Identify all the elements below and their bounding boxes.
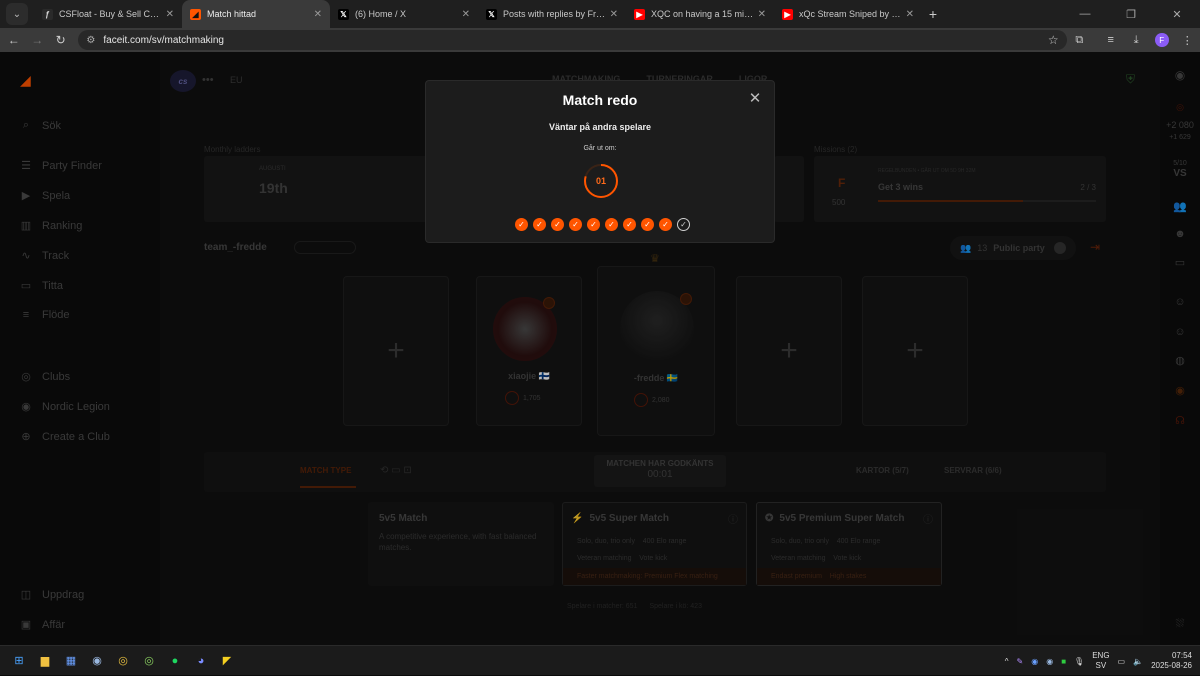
app-icon[interactable]: ◤	[216, 650, 238, 672]
modal-subtitle: Väntar på andra spelare	[548, 122, 652, 132]
discord-icon[interactable]: ◕	[190, 650, 212, 672]
tab-close-icon[interactable]: ✕	[610, 9, 618, 20]
tab-close-icon[interactable]: ✕	[462, 9, 470, 20]
bookmark-star-icon[interactable]: ☆	[1048, 33, 1059, 47]
tab-title: Match hittad	[207, 9, 257, 19]
browser-tab[interactable]: ◢ Match hittad ✕	[182, 0, 330, 28]
player-accepted-icon: ✓	[533, 218, 546, 231]
address-bar-row: ← → ↻ ⚙ faceit.com/sv/matchmaking ☆ ⧉ ≡ …	[0, 28, 1200, 52]
browser-tab[interactable]: 𝕏 (6) Home / X ✕	[330, 0, 478, 28]
tray-app-icon[interactable]: ✎	[1017, 657, 1024, 666]
lang-secondary: SV	[1095, 661, 1107, 670]
player-accepted-icon: ✓	[605, 218, 618, 231]
browser-tab[interactable]: ▶ xQc Stream Sniped by Banana S ✕	[774, 0, 922, 28]
player-accepted-icon: ✓	[569, 218, 582, 231]
clock-time: 07:54	[1171, 651, 1192, 660]
steam-icon[interactable]: ◉	[86, 650, 108, 672]
tab-favicon-icon: ◢	[190, 8, 201, 20]
expires-label: Går ut om:	[583, 145, 617, 152]
tray-nvidia-icon[interactable]: ■	[1061, 657, 1066, 666]
tray-steam-icon[interactable]: ◉	[1046, 657, 1053, 666]
tab-close-icon[interactable]: ✕	[906, 9, 914, 20]
reload-icon[interactable]: ↻	[49, 33, 72, 47]
tab-title: XQC on having a 15 minute del	[651, 9, 754, 19]
url-text[interactable]: faceit.com/sv/matchmaking	[103, 35, 224, 46]
omnibox[interactable]: ⚙ faceit.com/sv/matchmaking ☆	[78, 30, 1067, 50]
tab-close-icon[interactable]: ✕	[758, 9, 766, 20]
forward-icon[interactable]: →	[25, 33, 48, 47]
player-accepted-icon: ✓	[515, 218, 528, 231]
browser-tab[interactable]: 𝕏 Posts with replies by Fredrik (@ ✕	[478, 0, 626, 28]
clock-date: 2025-08-26	[1151, 661, 1192, 670]
tab-favicon-icon: 𝕏	[338, 8, 349, 20]
player-accepted-icon: ✓	[623, 218, 636, 231]
tab-close-icon[interactable]: ✕	[166, 9, 174, 20]
downloads-icon[interactable]: ⤓	[1123, 34, 1148, 47]
lang-primary: ENG	[1092, 651, 1110, 660]
language-indicator[interactable]: ENG SV	[1092, 651, 1109, 671]
minimize-icon[interactable]: —	[1062, 0, 1108, 28]
tab-title: CSFloat - Buy & Sell CS2 Skins o	[59, 9, 162, 19]
countdown-timer: 01	[583, 163, 619, 199]
player-pending-icon: ✓	[677, 218, 690, 231]
chrome-profile-icon[interactable]: ◎	[138, 650, 160, 672]
browser-menu-icon[interactable]: ⋮	[1175, 34, 1200, 47]
tab-favicon-icon: ▶	[782, 8, 793, 20]
store-icon[interactable]: ▦	[60, 650, 82, 672]
restore-icon[interactable]: ❐	[1108, 0, 1154, 28]
player-accepted-icon: ✓	[659, 218, 672, 231]
browser-tab[interactable]: ▶ XQC on having a 15 minute del ✕	[626, 0, 774, 28]
clock[interactable]: 07:54 2025-08-26	[1151, 651, 1192, 671]
tab-favicon-icon: 𝕏	[486, 8, 497, 20]
site-info-icon[interactable]: ⚙	[86, 35, 95, 46]
tray-overflow-icon[interactable]: ^	[1005, 657, 1009, 666]
browser-tab[interactable]: ƒ CSFloat - Buy & Sell CS2 Skins o ✕	[34, 0, 182, 28]
close-window-icon[interactable]: ✕	[1154, 0, 1200, 28]
tab-title: (6) Home / X	[355, 9, 407, 19]
extensions-icon[interactable]: ⧉	[1067, 34, 1092, 47]
windows-start-icon[interactable]: ⊞	[8, 650, 30, 672]
player-accepted-icon: ✓	[641, 218, 654, 231]
tray-app-icon-2[interactable]: ◉	[1031, 657, 1038, 666]
tab-title: Posts with replies by Fredrik (@	[503, 9, 606, 19]
tab-search-button[interactable]: ⌄	[6, 3, 28, 25]
tab-title: xQc Stream Sniped by Banana S	[799, 9, 902, 19]
player-accepted-icon: ✓	[587, 218, 600, 231]
accept-status-row: ✓ ✓ ✓ ✓ ✓ ✓ ✓ ✓ ✓ ✓	[515, 218, 690, 231]
window-controls: — ❐ ✕	[1062, 0, 1200, 28]
match-ready-modal: Match redo ✕ Väntar på andra spelare Går…	[425, 80, 775, 243]
modal-title: Match redo	[562, 92, 638, 108]
close-icon[interactable]: ✕	[748, 91, 762, 106]
player-accepted-icon: ✓	[551, 218, 564, 231]
new-tab-button[interactable]: +	[922, 6, 944, 22]
tab-favicon-icon: ▶	[634, 8, 645, 20]
tab-list: ƒ CSFloat - Buy & Sell CS2 Skins o ✕ ◢ Match…	[34, 0, 922, 28]
network-icon[interactable]: ▭	[1118, 657, 1126, 666]
profile-avatar[interactable]: F	[1154, 33, 1169, 47]
system-tray: ^ ✎ ◉ ◉ ■ 🎙 ENG SV ▭ 🔈 07:54 2025-08-26	[1005, 646, 1192, 676]
back-icon[interactable]: ←	[2, 33, 25, 47]
countdown-value: 01	[595, 176, 606, 186]
volume-icon[interactable]: 🔈	[1133, 657, 1143, 666]
chrome-icon[interactable]: ◎	[112, 650, 134, 672]
tray-mic-icon[interactable]: 🎙	[1074, 657, 1084, 666]
tab-favicon-icon: ƒ	[42, 8, 53, 20]
tab-close-icon[interactable]: ✕	[314, 9, 322, 20]
browser-tab-strip: ⌄ ƒ CSFloat - Buy & Sell CS2 Skins o ✕ ◢ Mat…	[0, 0, 1200, 28]
media-icon[interactable]: ≡	[1098, 34, 1123, 46]
windows-taskbar: ⊞ ▆ ▦ ◉ ◎ ◎ ● ◕ ◤ ^ ✎ ◉ ◉ ■ 🎙 ENG SV ▭ 🔈…	[0, 645, 1200, 675]
file-explorer-icon[interactable]: ▆	[34, 650, 56, 672]
spotify-icon[interactable]: ●	[164, 650, 186, 672]
